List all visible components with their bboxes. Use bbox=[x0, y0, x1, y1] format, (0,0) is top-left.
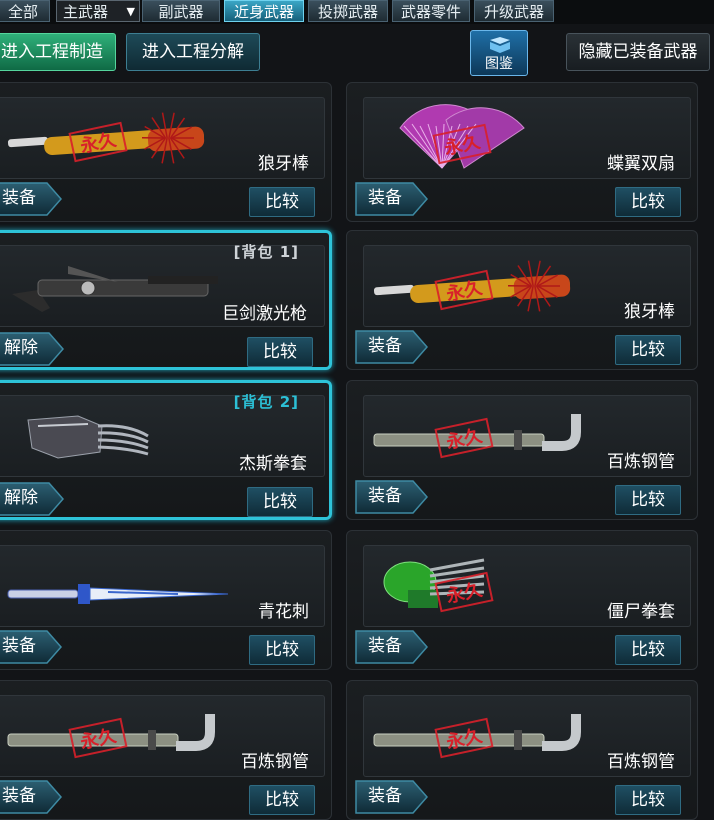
action-label: 装备 bbox=[355, 479, 415, 513]
weapon-name: 百炼钢管 bbox=[607, 747, 675, 772]
unequip-button[interactable]: 解除 bbox=[0, 331, 57, 367]
dismantle-button[interactable]: 进入工程分解 bbox=[126, 33, 260, 71]
weapon-card[interactable]: 永久百炼钢管装备比较 bbox=[346, 380, 698, 520]
compare-button[interactable]: 比较 bbox=[615, 485, 681, 515]
weapon-name: 巨剑激光枪 bbox=[222, 299, 307, 324]
compare-button[interactable]: 比较 bbox=[249, 635, 315, 665]
weapon-card[interactable]: 永久狼牙棒装备比较 bbox=[346, 230, 698, 370]
tab-upgrade-weapon[interactable]: 升级武器 bbox=[474, 0, 554, 22]
weapon-name: 百炼钢管 bbox=[241, 747, 309, 772]
compare-button[interactable]: 比较 bbox=[615, 635, 681, 665]
equip-button[interactable]: 装备 bbox=[355, 329, 421, 365]
weapon-name: 狼牙棒 bbox=[258, 149, 309, 174]
weapon-card[interactable]: 永久狼牙棒装备比较 bbox=[0, 82, 332, 222]
weapon-name: 青花刺 bbox=[258, 597, 309, 622]
weapon-name: 僵尸拳套 bbox=[607, 597, 675, 622]
weapon-card[interactable]: 永久百炼钢管装备比较 bbox=[346, 680, 698, 820]
compare-button[interactable]: 比较 bbox=[247, 337, 313, 367]
codex-label: 图鉴 bbox=[471, 53, 527, 73]
action-label: 装备 bbox=[355, 329, 415, 363]
tab-label: 投掷武器 bbox=[318, 3, 378, 21]
craft-button[interactable]: 进入工程制造 bbox=[0, 33, 116, 71]
weapon-card[interactable]: [背包 1] 巨剑激光枪解除 比较 bbox=[0, 230, 332, 370]
action-label: 装备 bbox=[355, 779, 415, 813]
action-label: 装备 bbox=[0, 629, 49, 663]
tab-weapon-parts[interactable]: 武器零件 bbox=[392, 0, 470, 22]
equip-button[interactable]: 装备 bbox=[355, 181, 421, 217]
tab-label: 升级武器 bbox=[484, 3, 544, 21]
tab-label: 武器零件 bbox=[401, 3, 461, 21]
weapon-card[interactable]: 青花刺装备 比较 bbox=[0, 530, 332, 670]
unequip-button[interactable]: 解除 bbox=[0, 481, 57, 517]
equip-button[interactable]: 装备 bbox=[0, 181, 55, 217]
category-tab-bar: 全部 主武器 ▼ 副武器 近身武器 投掷武器 武器零件 升级武器 bbox=[0, 0, 714, 24]
action-label: 装备 bbox=[355, 181, 415, 215]
weapon-name: 狼牙棒 bbox=[624, 297, 675, 322]
tab-label: 全部 bbox=[8, 3, 38, 21]
compare-button[interactable]: 比较 bbox=[249, 785, 315, 815]
equip-button[interactable]: 装备 bbox=[355, 479, 421, 515]
equip-button[interactable]: 装备 bbox=[355, 629, 421, 665]
compare-button[interactable]: 比较 bbox=[615, 785, 681, 815]
action-label: 解除 bbox=[0, 331, 51, 365]
loadout-badge: [背包 1] bbox=[234, 241, 299, 262]
tab-label: 副武器 bbox=[158, 3, 203, 21]
hide-equipped-button[interactable]: 隐藏已装备武器 bbox=[566, 33, 710, 71]
weapon-name: 蝶翼双扇 bbox=[607, 149, 675, 174]
codex-button[interactable]: 图鉴 bbox=[470, 30, 528, 76]
weapon-card[interactable]: [背包 2] 杰斯拳套解除 比较 bbox=[0, 380, 332, 520]
book-icon bbox=[488, 36, 512, 54]
equip-button[interactable]: 装备 bbox=[0, 779, 55, 815]
loadout-badge: [背包 2] bbox=[234, 391, 299, 412]
compare-button[interactable]: 比较 bbox=[247, 487, 313, 517]
weapon-card[interactable]: 永久僵尸拳套装备比较 bbox=[346, 530, 698, 670]
action-label: 装备 bbox=[0, 181, 49, 215]
tab-throwing-weapon[interactable]: 投掷武器 bbox=[308, 0, 388, 22]
weapon-name: 百炼钢管 bbox=[607, 447, 675, 472]
compare-button[interactable]: 比较 bbox=[249, 187, 315, 217]
tab-all[interactable]: 全部 bbox=[0, 0, 50, 22]
tab-label: 近身武器 bbox=[234, 3, 294, 21]
compare-button[interactable]: 比较 bbox=[615, 187, 681, 217]
action-label: 装备 bbox=[0, 779, 49, 813]
weapon-name: 杰斯拳套 bbox=[239, 449, 307, 474]
action-label: 解除 bbox=[0, 481, 51, 515]
action-label: 装备 bbox=[355, 629, 415, 663]
weapon-card[interactable]: 永久百炼钢管装备比较 bbox=[0, 680, 332, 820]
compare-button[interactable]: 比较 bbox=[615, 335, 681, 365]
chevron-down-icon: ▼ bbox=[127, 1, 135, 23]
tab-primary-weapon-select[interactable]: 主武器 ▼ bbox=[56, 0, 140, 22]
weapon-card[interactable]: 永久蝶翼双扇装备比较 bbox=[346, 82, 698, 222]
equip-button[interactable]: 装备 bbox=[0, 629, 55, 665]
tab-label: 主武器 bbox=[63, 3, 108, 21]
tab-secondary-weapon[interactable]: 副武器 bbox=[142, 0, 220, 22]
equip-button[interactable]: 装备 bbox=[355, 779, 421, 815]
tab-melee-weapon[interactable]: 近身武器 bbox=[224, 0, 304, 22]
